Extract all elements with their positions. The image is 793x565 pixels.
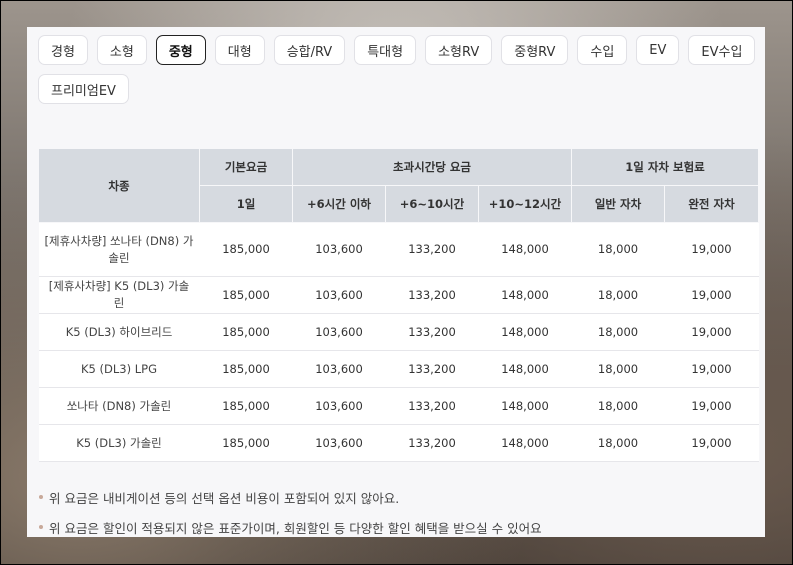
cell-full: 19,000: [664, 313, 759, 351]
cell-h6: 103,600: [292, 313, 386, 351]
cell-h6: 103,600: [292, 276, 386, 314]
header-day: 1일: [199, 185, 293, 223]
cell-day: 185,000: [199, 222, 293, 277]
cell-h6-10: 133,200: [385, 222, 479, 277]
header-h6-10: +6~10시간: [385, 185, 479, 223]
cell-name: [제휴사차량] 쏘나타 (DN8) 가솔린: [38, 222, 200, 277]
cell-normal: 18,000: [571, 387, 665, 425]
cell-normal: 18,000: [571, 424, 665, 462]
tab-car-class[interactable]: 중형RV: [501, 35, 569, 65]
header-h6: +6시간 이하: [292, 185, 386, 223]
cell-h6-10: 133,200: [385, 424, 479, 462]
cell-normal: 18,000: [571, 222, 665, 277]
tab-car-class[interactable]: 프리미엄EV: [38, 74, 129, 104]
cell-day: 185,000: [199, 276, 293, 314]
cell-h10-12: 148,000: [478, 222, 572, 277]
table-row: K5 (DL3) 가솔린 185,000 103,600 133,200 148,000…: [38, 424, 759, 462]
rate-panel: 경형 소형 중형 대형 승합/RV 특대형 소형RV 중형RV 수입 EV EV수입프리미엄EV 차…: [27, 27, 765, 537]
header-overtime: 초과시간당 요금: [292, 148, 572, 186]
cell-h6-10: 133,200: [385, 387, 479, 425]
tab-car-class[interactable]: 경형: [38, 35, 88, 65]
cell-h6: 103,600: [292, 222, 386, 277]
rate-table: 차종 기본요금 초과시간당 요금 1일 자차 보험료 1일 +6시간 이하 +6…: [38, 148, 759, 462]
rate-table-body: [제휴사차량] 쏘나타 (DN8) 가솔린 185,000 103,600 133,2…: [38, 222, 759, 462]
table-row: [제휴사차량] 쏘나타 (DN8) 가솔린 185,000 103,600 133,2…: [38, 222, 759, 277]
header-full: 완전 자차: [664, 185, 759, 223]
tab-car-class[interactable]: 수입: [577, 35, 628, 65]
tab-car-class[interactable]: 소형: [96, 35, 147, 65]
cell-h6: 103,600: [292, 387, 386, 425]
notes: 위 요금은 내비게이션 등의 선택 옵션 비용이 포함되어 있지 않아요. 위 요…: [39, 482, 754, 537]
cell-normal: 18,000: [571, 276, 665, 314]
cell-full: 19,000: [664, 387, 759, 425]
tab-car-class[interactable]: 승합/RV: [273, 35, 346, 65]
header-insurance: 1일 자차 보험료: [571, 148, 759, 186]
cell-h6-10: 133,200: [385, 313, 479, 351]
header-h10-12: +10~12시간: [478, 185, 572, 223]
cell-full: 19,000: [664, 276, 759, 314]
tab-car-class[interactable]: EV: [636, 35, 680, 65]
tab-car-class[interactable]: 중형: [155, 35, 206, 65]
cell-h10-12: 148,000: [478, 276, 572, 314]
cell-name: K5 (DL3) LPG: [38, 350, 200, 388]
note-item: 위 요금은 내비게이션 등의 선택 옵션 비용이 포함되어 있지 않아요.: [39, 482, 754, 512]
tab-car-class[interactable]: 소형RV: [425, 35, 493, 65]
bullet-icon: [39, 495, 43, 499]
cell-day: 185,000: [199, 350, 293, 388]
tab-car-class[interactable]: 특대형: [354, 35, 417, 65]
header-car: 차종: [38, 148, 200, 223]
note-text: 위 요금은 할인이 적용되지 않은 표준가이며, 회원할인 등 다양한 할인 혜…: [49, 520, 542, 536]
cell-full: 19,000: [664, 222, 759, 277]
cell-h6: 103,600: [292, 350, 386, 388]
cell-h10-12: 148,000: [478, 313, 572, 351]
header-normal: 일반 자차: [571, 185, 665, 223]
cell-normal: 18,000: [571, 350, 665, 388]
cell-name: K5 (DL3) 가솔린: [38, 424, 200, 462]
cell-full: 19,000: [664, 350, 759, 388]
car-class-tabs: 경형 소형 중형 대형 승합/RV 특대형 소형RV 중형RV 수입 EV EV수입프리미엄EV: [38, 35, 758, 104]
cell-h10-12: 148,000: [478, 424, 572, 462]
cell-day: 185,000: [199, 424, 293, 462]
cell-day: 185,000: [199, 387, 293, 425]
tab-car-class[interactable]: EV수입: [688, 35, 756, 65]
table-row: K5 (DL3) LPG 185,000 103,600 133,200 148,000…: [38, 350, 759, 388]
cell-normal: 18,000: [571, 313, 665, 351]
cell-h6: 103,600: [292, 424, 386, 462]
note-text: 위 요금은 내비게이션 등의 선택 옵션 비용이 포함되어 있지 않아요.: [49, 490, 400, 506]
cell-h10-12: 148,000: [478, 387, 572, 425]
table-row: [제휴사차량] K5 (DL3) 가솔린 185,000 103,600 133,20…: [38, 276, 759, 314]
cell-name: [제휴사차량] K5 (DL3) 가솔린: [38, 276, 200, 314]
cell-h6-10: 133,200: [385, 276, 479, 314]
cell-h6-10: 133,200: [385, 350, 479, 388]
cell-h10-12: 148,000: [478, 350, 572, 388]
cell-day: 185,000: [199, 313, 293, 351]
bullet-icon: [39, 525, 43, 529]
table-row: K5 (DL3) 하이브리드 185,000 103,600 133,200 148,0…: [38, 313, 759, 351]
cell-name: K5 (DL3) 하이브리드: [38, 313, 200, 351]
cell-name: 쏘나타 (DN8) 가솔린: [38, 387, 200, 425]
table-row: 쏘나타 (DN8) 가솔린 185,000 103,600 133,200 148,00…: [38, 387, 759, 425]
note-item: 위 요금은 할인이 적용되지 않은 표준가이며, 회원할인 등 다양한 할인 혜…: [39, 512, 754, 537]
cell-full: 19,000: [664, 424, 759, 462]
header-base: 기본요금: [199, 148, 293, 186]
rate-table-header: 차종 기본요금 초과시간당 요금 1일 자차 보험료 1일 +6시간 이하 +6…: [38, 148, 759, 223]
tab-car-class[interactable]: 대형: [214, 35, 265, 65]
